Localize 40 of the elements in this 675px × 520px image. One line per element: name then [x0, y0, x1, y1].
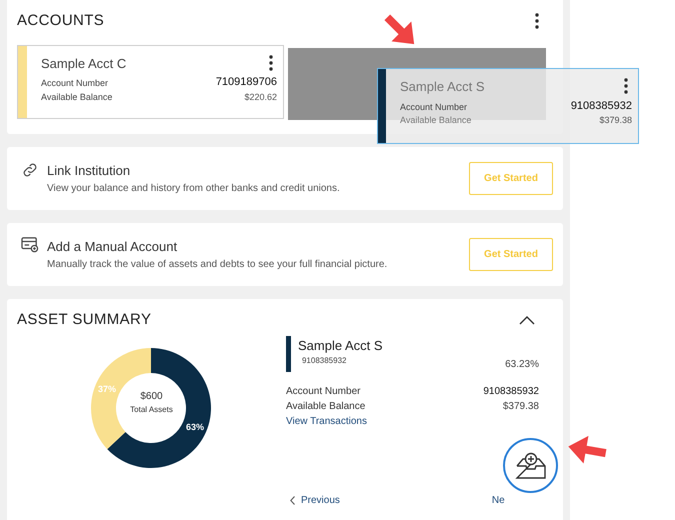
field-label: Available Balance: [400, 114, 472, 127]
action-title: Link Institution: [47, 162, 132, 180]
previous-button[interactable]: Previous: [286, 492, 340, 508]
field-label: Account Number: [286, 384, 360, 398]
panel-title: ASSET SUMMARY: [17, 310, 152, 330]
account-balance: $379.38: [599, 114, 632, 127]
account-name: Sample Acct C: [41, 54, 126, 73]
account-number: 9108385932: [483, 384, 539, 398]
collapse-icon[interactable]: [519, 315, 535, 326]
slice-label: 37%: [98, 383, 116, 394]
total-amount: $600: [140, 390, 163, 404]
inbox-add-icon: [514, 452, 546, 480]
more-icon[interactable]: [535, 13, 539, 30]
account-percent: 63.23%: [505, 358, 540, 372]
field-label: Account Number: [41, 77, 108, 90]
next-button[interactable]: Ne: [492, 492, 505, 508]
panel-title: ACCOUNTS: [17, 11, 104, 31]
account-number: 9108385932: [570, 98, 632, 114]
account-card[interactable]: Sample Acct C Account Number 7109189706 Available Balance $220.62: [17, 44, 284, 118]
account-balance: $220.62: [244, 90, 277, 104]
view-transactions-link[interactable]: View Transactions: [286, 414, 367, 428]
chevron-left-icon: [290, 496, 295, 504]
field-label: Account Number: [400, 100, 468, 114]
account-balance: $379.38: [502, 400, 539, 414]
field-label: Available Balance: [41, 90, 112, 104]
action-description: View your balance and history from other banks and credit unions.: [47, 182, 341, 196]
link-icon: [21, 161, 39, 179]
account-name: Sample Acct S: [400, 78, 485, 96]
account-card[interactable]: Sample Acct S Account Number 9108385932 Available Balance $379.38: [377, 68, 639, 144]
account-number: 7109189706: [216, 75, 277, 90]
account-name: Sample Acct S: [298, 336, 383, 355]
slice-label: 63%: [186, 422, 205, 432]
action-title: Add a Manual Account: [47, 238, 178, 256]
more-icon[interactable]: [269, 54, 273, 70]
card-add-icon: [21, 237, 39, 253]
more-icon[interactable]: [624, 78, 628, 94]
account-number: 9108385932: [300, 355, 348, 367]
field-label: Available Balance: [286, 400, 366, 414]
action-description: Manually track the value of assets and debts to see your full financial picture.: [47, 258, 388, 272]
total-label: Total Assets: [130, 404, 173, 416]
